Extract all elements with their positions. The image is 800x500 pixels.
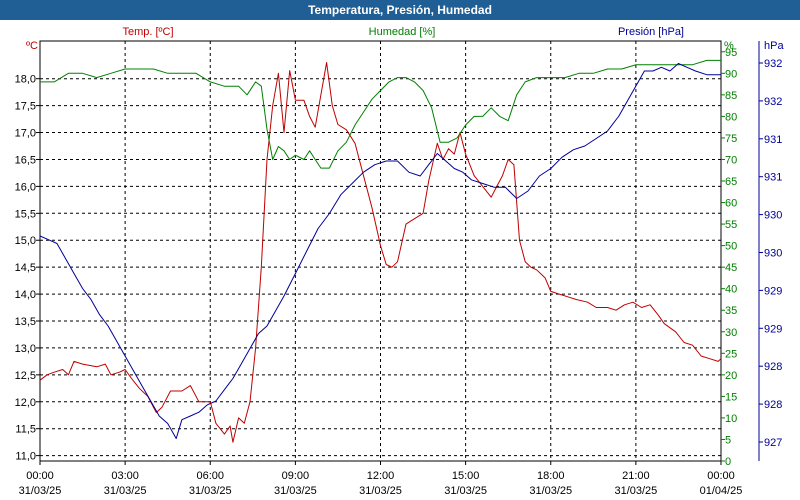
y-tick-label-pressure: 929 <box>764 285 782 297</box>
y-tick-label-pressure: 928 <box>764 361 782 373</box>
x-tick-date: 31/03/25 <box>614 485 657 497</box>
y-tick-label-temperature: 11,5 <box>15 424 36 436</box>
y-tick-label-temperature: 11,0 <box>15 451 36 463</box>
x-tick-date: 31/03/25 <box>189 485 232 497</box>
y-tick-label-humidity: 55 <box>725 219 737 231</box>
x-tick-date: 31/03/25 <box>444 485 487 497</box>
y-tick-label-pressure: 929 <box>764 323 782 335</box>
y-tick-label-temperature: 15,5 <box>15 208 36 220</box>
axis-label-pressure: Presión [hPa] <box>618 26 684 38</box>
x-tick-date: 01/04/25 <box>700 485 743 497</box>
y-tick-label-pressure: 930 <box>764 248 782 260</box>
x-tick-time: 18:00 <box>537 470 565 482</box>
y-tick-label-humidity: 90 <box>725 68 737 80</box>
axis-label-humidity: Humedad [%] <box>369 26 436 38</box>
x-tick-date: 31/03/25 <box>529 485 572 497</box>
y-tick-label-pressure: 932 <box>764 58 782 70</box>
y-tick-label-humidity: 0 <box>725 456 731 468</box>
y-tick-label-temperature: 12,0 <box>15 397 36 409</box>
y-tick-label-humidity: 80 <box>725 111 737 123</box>
unit-humidity: % <box>724 40 734 52</box>
y-tick-label-humidity: 30 <box>725 327 737 339</box>
y-tick-label-humidity: 60 <box>725 198 737 210</box>
y-tick-label-temperature: 17,0 <box>15 128 36 140</box>
y-tick-label-pressure: 927 <box>764 437 782 449</box>
y-tick-label-humidity: 15 <box>725 391 737 403</box>
y-tick-label-temperature: 17,5 <box>15 101 36 113</box>
unit-pressure: hPa <box>764 40 784 52</box>
y-tick-label-humidity: 40 <box>725 284 737 296</box>
y-tick-label-temperature: 18,0 <box>15 74 36 86</box>
axis-label-temperature: Temp. [ºC] <box>122 26 173 38</box>
y-tick-label-pressure: 931 <box>764 172 782 184</box>
y-tick-label-humidity: 10 <box>725 413 737 425</box>
plot-grid <box>40 41 721 461</box>
x-tick-time: 12:00 <box>367 470 395 482</box>
y-tick-label-temperature: 14,5 <box>15 262 36 274</box>
y-tick-label-humidity: 70 <box>725 154 737 166</box>
y-tick-label-humidity: 45 <box>725 262 737 274</box>
y-tick-label-temperature: 16,0 <box>15 181 36 193</box>
x-tick-time: 00:00 <box>707 470 735 482</box>
y-tick-label-humidity: 75 <box>725 133 737 145</box>
chart-canvas: 00:00 31/03/25 03:00 31/03/25 06:00 31/03/25 0… <box>15 26 785 497</box>
x-tick-time: 00:00 <box>26 470 54 482</box>
y-tick-label-humidity: 35 <box>725 305 737 317</box>
y-tick-label-temperature: 13,5 <box>15 316 36 328</box>
x-tick-date: 31/03/25 <box>359 485 402 497</box>
y-tick-label-pressure: 930 <box>764 210 782 222</box>
y-tick-label-humidity: 25 <box>725 348 737 360</box>
x-tick-time: 03:00 <box>111 470 139 482</box>
y-tick-label-humidity: 65 <box>725 176 737 188</box>
y-tick-label-pressure: 931 <box>764 134 782 146</box>
y-tick-label-temperature: 16,5 <box>15 154 36 166</box>
unit-temperature: ºC <box>26 40 38 52</box>
x-tick-date: 31/03/25 <box>19 485 62 497</box>
y-tick-label-pressure: 932 <box>764 96 782 108</box>
y-tick-label-temperature: 12,5 <box>15 370 36 382</box>
x-tick-date: 31/03/25 <box>274 485 317 497</box>
y-tick-label-humidity: 85 <box>725 90 737 102</box>
x-tick-date: 31/03/25 <box>104 485 147 497</box>
x-tick-time: 06:00 <box>196 470 224 482</box>
y-tick-label-temperature: 15,0 <box>15 235 36 247</box>
y-tick-label-pressure: 928 <box>764 399 782 411</box>
axis-labels: 00:00 31/03/25 03:00 31/03/25 06:00 31/03/25 0… <box>15 26 785 497</box>
x-tick-time: 21:00 <box>622 470 650 482</box>
x-tick-time: 15:00 <box>452 470 480 482</box>
y-tick-label-humidity: 20 <box>725 370 737 382</box>
y-tick-label-humidity: 50 <box>725 241 737 253</box>
y-tick-label-temperature: 13,0 <box>15 343 36 355</box>
y-tick-label-temperature: 14,0 <box>15 289 36 301</box>
x-tick-time: 09:00 <box>282 470 310 482</box>
y-tick-label-humidity: 5 <box>725 434 731 446</box>
